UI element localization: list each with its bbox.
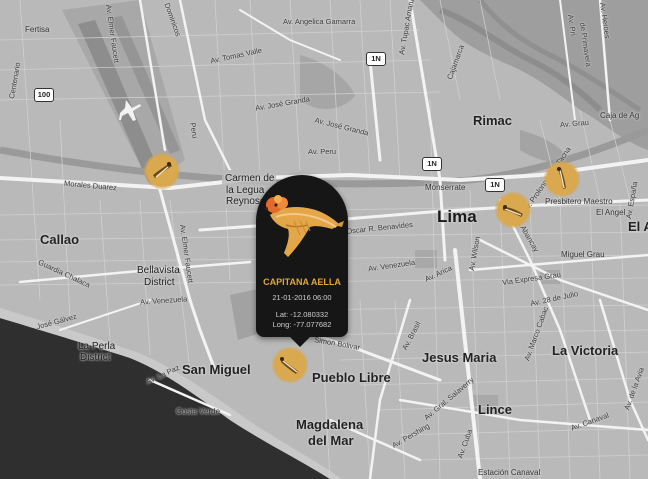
bird-latitude: Lat: -12.080332 [275, 310, 329, 319]
bird-marker[interactable] [497, 194, 529, 226]
label-la-perla-district: District [80, 352, 111, 363]
label-la-perla: La Perla [78, 341, 116, 352]
highway-shield: 1N [485, 178, 505, 192]
bird-marker-icon [276, 351, 304, 379]
bird-marker[interactable] [146, 155, 178, 187]
highway-shield: 1N [422, 157, 442, 171]
bird-marker-icon [148, 157, 176, 185]
label-callao: Callao [40, 232, 80, 247]
bird-illustration [264, 195, 344, 257]
label-el-angel: El Angel [596, 208, 626, 217]
label-bellavista-district: District [144, 277, 175, 288]
label-lince: Lince [478, 402, 512, 417]
label-rimac: Rimac [473, 113, 513, 128]
highway-shield: 1N [366, 52, 386, 66]
label-estacion-canaval: Estación Canaval [478, 468, 541, 477]
label-pueblo-libre: Pueblo Libre [312, 370, 391, 385]
road-peru-vertical: Peru [188, 121, 200, 139]
label-la-victoria: La Victoria [552, 343, 619, 358]
popup-pointer [290, 337, 310, 347]
bird-info-popup[interactable]: CAPITANA AELLA 21-01-2016 06:00 Lat: -12… [256, 175, 348, 347]
label-fertisa: Fertisa [25, 25, 50, 34]
road-angelica: Av. Angelica Gamarra [283, 17, 356, 26]
label-monserrate: Monserrate [425, 183, 466, 192]
label-lima: Lima [437, 207, 477, 226]
label-miguel-grau: Miguel Grau [561, 250, 605, 259]
label-caja-de-agua: Caja de Ag [600, 111, 640, 120]
highway-shield: 100 [34, 88, 54, 102]
bird-marker[interactable] [546, 163, 578, 195]
label-del-mar: del Mar [308, 433, 354, 448]
road-peru: Av. Peru [308, 147, 337, 156]
label-costa-verde: Costa Verde [176, 407, 221, 416]
road-pri: Av. Pri [566, 13, 578, 37]
label-la-legua: la Legua [226, 185, 265, 196]
label-el-a: El A [628, 219, 648, 234]
label-presbitero: Presbitero Maestro [545, 197, 613, 206]
bird-datetime: 21-01-2016 06:00 [272, 293, 332, 302]
label-jesus-maria: Jesus Maria [422, 350, 497, 365]
bird-marker-icon [548, 165, 576, 193]
bird-marker[interactable] [274, 349, 306, 381]
label-magdalena: Magdalena [296, 417, 364, 432]
label-san-miguel: San Miguel [182, 362, 251, 377]
bird-marker-icon [499, 196, 527, 224]
map-view[interactable]: Lima Callao Rimac La Victoria Jesus Mari… [0, 0, 648, 479]
bird-name: CAPITANA AELLA [263, 277, 341, 287]
label-bellavista: Bellavista [137, 265, 180, 276]
bird-longitude: Long: -77.077682 [272, 320, 332, 329]
